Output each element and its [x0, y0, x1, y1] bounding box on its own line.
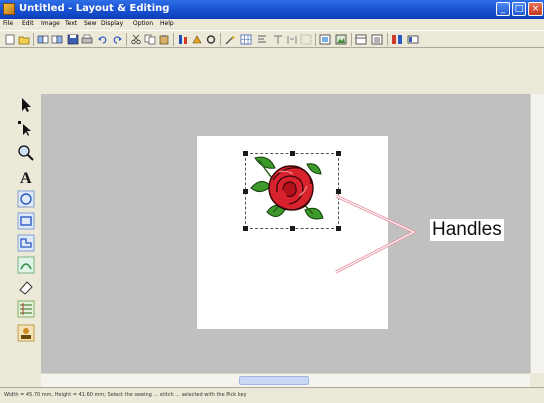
resize-handle-top-left[interactable] — [243, 151, 248, 156]
toolbar-separator — [126, 33, 127, 46]
copy-icon[interactable] — [144, 34, 156, 45]
view-icon[interactable] — [355, 34, 367, 45]
menu-sew[interactable]: Sew — [84, 20, 96, 27]
app-icon[interactable] — [3, 3, 15, 15]
status-text: Width = 45.70 mm, Height = 41.60 mm; Sel… — [4, 392, 247, 398]
horizontal-scroll-thumb[interactable] — [239, 376, 309, 385]
resize-handle-bottom-left[interactable] — [243, 226, 248, 231]
rose-embroidery-image[interactable] — [249, 152, 327, 228]
cut-icon[interactable] — [130, 34, 142, 45]
distribute-icon[interactable] — [286, 34, 298, 45]
paste-icon[interactable] — [158, 34, 170, 45]
resize-handle-top-right[interactable] — [336, 151, 341, 156]
image-icon[interactable] — [335, 34, 347, 45]
sewing-attributes-icon[interactable] — [177, 34, 189, 45]
point-edit-icon[interactable] — [17, 120, 35, 138]
handles-callout-label: Handles — [430, 219, 504, 241]
open-icon[interactable] — [18, 34, 30, 45]
grid-icon[interactable] — [240, 34, 252, 45]
menu-edit[interactable]: Edit — [22, 20, 34, 27]
group-icon[interactable] — [300, 34, 312, 45]
select-arrow-icon[interactable] — [17, 96, 35, 114]
stamp-icon[interactable] — [17, 256, 35, 274]
resize-handle-right[interactable] — [336, 189, 341, 194]
toolbar-separator — [315, 33, 316, 46]
toolbar-separator — [33, 33, 34, 46]
toolbar-separator — [220, 33, 221, 46]
toolbar-separator — [351, 33, 352, 46]
toolbar-separator — [173, 33, 174, 46]
menu-display[interactable]: Display — [101, 20, 123, 27]
transfer-icon[interactable] — [391, 34, 403, 45]
pattern-icon[interactable] — [191, 34, 203, 45]
align-icon[interactable] — [256, 34, 268, 45]
menu-option[interactable]: Option — [133, 20, 153, 27]
settings-icon[interactable] — [205, 34, 217, 45]
rectangle-icon[interactable] — [17, 212, 35, 230]
window-title: Untitled - Layout & Editing — [19, 3, 170, 14]
application-window: Untitled - Layout & Editing _ □ × File E… — [0, 0, 544, 403]
preview-icon[interactable] — [319, 34, 331, 45]
layout-alt-icon[interactable] — [51, 34, 63, 45]
selection-frame[interactable] — [243, 151, 341, 231]
property-bar — [0, 48, 544, 94]
eraser-icon[interactable] — [17, 278, 35, 296]
resize-handle-bottom[interactable] — [290, 226, 295, 231]
status-bar: Width = 45.70 mm, Height = 41.60 mm; Sel… — [0, 387, 544, 403]
resize-handle-left[interactable] — [243, 189, 248, 194]
layout-icon[interactable] — [37, 34, 49, 45]
menu-bar: File Edit Image Text Sew Display Option … — [0, 19, 544, 30]
toolbar-separator — [387, 33, 388, 46]
horizontal-scrollbar[interactable] — [41, 373, 530, 387]
resize-handle-top[interactable] — [290, 151, 295, 156]
tool-palette: A — [11, 94, 41, 373]
import-icon[interactable] — [17, 324, 35, 342]
close-button[interactable]: × — [528, 2, 543, 16]
menu-file[interactable]: File — [3, 20, 13, 27]
shape-icon[interactable] — [17, 234, 35, 252]
zoom-icon[interactable] — [17, 144, 35, 162]
undo-icon[interactable] — [97, 34, 109, 45]
new-icon[interactable] — [4, 34, 16, 45]
text-icon[interactable]: A — [17, 168, 35, 186]
circle-icon[interactable] — [17, 190, 35, 208]
main-toolbar — [0, 30, 544, 48]
wand-icon[interactable] — [224, 34, 236, 45]
resize-handle-bottom-right[interactable] — [336, 226, 341, 231]
save-icon[interactable] — [67, 34, 79, 45]
menu-help[interactable]: Help — [160, 20, 174, 27]
print-icon[interactable] — [81, 34, 93, 45]
design-page[interactable] — [197, 136, 388, 329]
redo-icon[interactable] — [111, 34, 123, 45]
menu-image[interactable]: Image — [41, 20, 60, 27]
vertical-scrollbar[interactable] — [530, 94, 544, 373]
maximize-button[interactable]: □ — [512, 2, 526, 16]
minimize-button[interactable]: _ — [496, 2, 510, 16]
svg-text:A: A — [20, 170, 32, 186]
card-icon[interactable] — [407, 34, 419, 45]
list-icon[interactable] — [371, 34, 383, 45]
title-bar[interactable]: Untitled - Layout & Editing _ □ × — [0, 0, 544, 19]
menu-text[interactable]: Text — [65, 20, 77, 27]
manual-punch-icon[interactable] — [17, 300, 35, 318]
text-arrange-icon[interactable] — [272, 34, 284, 45]
